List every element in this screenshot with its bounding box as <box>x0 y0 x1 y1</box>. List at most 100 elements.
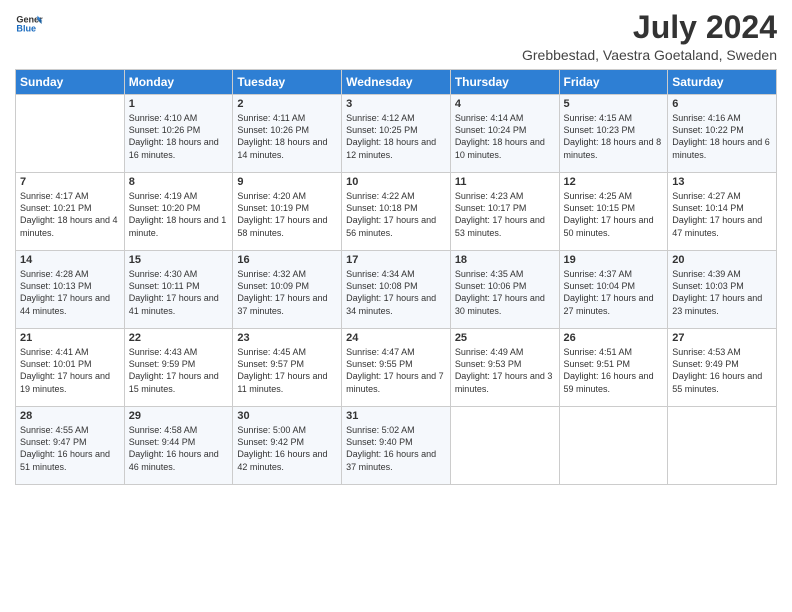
logo-icon: General Blue <box>15 10 43 38</box>
cell-content: Sunrise: 4:45 AM Sunset: 9:57 PM Dayligh… <box>237 346 337 395</box>
calendar-cell: 28Sunrise: 4:55 AM Sunset: 9:47 PM Dayli… <box>16 407 125 485</box>
calendar-cell: 17 Sunrise: 4:34 AM Sunset: 10:08 PM Dayl… <box>342 251 451 329</box>
calendar-cell: 20Sunrise: 4:39 AM Sunset: 10:03 PM Dayl… <box>668 251 777 329</box>
calendar-cell: 29 Sunrise: 4:58 AM Sunset: 9:44 PM Dayli… <box>124 407 233 485</box>
cell-content: Sunrise: 4:53 AM Sunset: 9:49 PM Dayligh… <box>672 346 772 395</box>
day-number: 26 <box>564 332 664 344</box>
cell-content: Sunrise: 4:47 AM Sunset: 9:55 PM Dayligh… <box>346 346 446 395</box>
day-number: 25 <box>455 332 555 344</box>
calendar-cell: 18 Sunrise: 4:35 AM Sunset: 10:06 PM Dayl… <box>450 251 559 329</box>
cell-content: Sunrise: 4:23 AM Sunset: 10:17 PM Daylig… <box>455 190 555 239</box>
day-number: 29 <box>129 410 229 422</box>
week-row-5: 28Sunrise: 4:55 AM Sunset: 9:47 PM Dayli… <box>16 407 777 485</box>
svg-text:Blue: Blue <box>16 24 36 34</box>
cell-content: Sunrise: 4:35 AM Sunset: 10:06 PM Daylig… <box>455 268 555 317</box>
day-number: 9 <box>237 176 337 188</box>
day-number: 19 <box>564 254 664 266</box>
calendar-cell: 30 Sunrise: 5:00 AM Sunset: 9:42 PM Dayli… <box>233 407 342 485</box>
cell-content: Sunrise: 4:58 AM Sunset: 9:44 PM Dayligh… <box>129 424 229 473</box>
cell-content: Sunrise: 4:34 AM Sunset: 10:08 PM Daylig… <box>346 268 446 317</box>
col-header-saturday: Saturday <box>668 70 777 95</box>
cell-content: Sunrise: 5:00 AM Sunset: 9:42 PM Dayligh… <box>237 424 337 473</box>
calendar-cell: 27Sunrise: 4:53 AM Sunset: 9:49 PM Dayli… <box>668 329 777 407</box>
calendar-cell: 22 Sunrise: 4:43 AM Sunset: 9:59 PM Dayli… <box>124 329 233 407</box>
cell-content: Sunrise: 5:02 AM Sunset: 9:40 PM Dayligh… <box>346 424 446 473</box>
calendar-cell: 14 Sunrise: 4:28 AM Sunset: 10:13 PM Dayl… <box>16 251 125 329</box>
cell-content: Sunrise: 4:32 AM Sunset: 10:09 PM Daylig… <box>237 268 337 317</box>
day-number: 31 <box>346 410 446 422</box>
calendar-cell: 1Sunrise: 4:10 AM Sunset: 10:26 PM Dayli… <box>124 95 233 173</box>
day-number: 23 <box>237 332 337 344</box>
calendar-cell: 23 Sunrise: 4:45 AM Sunset: 9:57 PM Dayli… <box>233 329 342 407</box>
day-number: 21 <box>20 332 120 344</box>
calendar-cell <box>559 407 668 485</box>
cell-content: Sunrise: 4:20 AM Sunset: 10:19 PM Daylig… <box>237 190 337 239</box>
logo: General Blue <box>15 10 43 38</box>
day-number: 4 <box>455 98 555 110</box>
calendar-cell: 31 Sunrise: 5:02 AM Sunset: 9:40 PM Dayli… <box>342 407 451 485</box>
calendar-cell: 5 Sunrise: 4:15 AM Sunset: 10:23 PM Dayli… <box>559 95 668 173</box>
title-block: July 2024 Grebbestad, Vaestra Goetaland,… <box>522 10 777 63</box>
day-number: 22 <box>129 332 229 344</box>
calendar-cell: 11 Sunrise: 4:23 AM Sunset: 10:17 PM Dayl… <box>450 173 559 251</box>
day-number: 11 <box>455 176 555 188</box>
calendar-cell: 10 Sunrise: 4:22 AM Sunset: 10:18 PM Dayl… <box>342 173 451 251</box>
day-number: 6 <box>672 98 772 110</box>
cell-content: Sunrise: 4:15 AM Sunset: 10:23 PM Daylig… <box>564 112 664 161</box>
day-number: 15 <box>129 254 229 266</box>
cell-content: Sunrise: 4:27 AM Sunset: 10:14 PM Daylig… <box>672 190 772 239</box>
week-row-1: 1Sunrise: 4:10 AM Sunset: 10:26 PM Dayli… <box>16 95 777 173</box>
calendar-cell: 3 Sunrise: 4:12 AM Sunset: 10:25 PM Dayli… <box>342 95 451 173</box>
calendar-cell <box>668 407 777 485</box>
calendar-cell: 6 Sunrise: 4:16 AM Sunset: 10:22 PM Dayli… <box>668 95 777 173</box>
day-number: 17 <box>346 254 446 266</box>
cell-content: Sunrise: 4:37 AM Sunset: 10:04 PM Daylig… <box>564 268 664 317</box>
cell-content: Sunrise: 4:25 AM Sunset: 10:15 PM Daylig… <box>564 190 664 239</box>
day-number: 18 <box>455 254 555 266</box>
calendar-cell: 21Sunrise: 4:41 AM Sunset: 10:01 PM Dayl… <box>16 329 125 407</box>
day-number: 3 <box>346 98 446 110</box>
header: General Blue July 2024 Grebbestad, Vaest… <box>15 10 777 63</box>
day-number: 5 <box>564 98 664 110</box>
calendar-cell: 19 Sunrise: 4:37 AM Sunset: 10:04 PM Dayl… <box>559 251 668 329</box>
day-number: 14 <box>20 254 120 266</box>
day-number: 24 <box>346 332 446 344</box>
cell-content: Sunrise: 4:30 AM Sunset: 10:11 PM Daylig… <box>129 268 229 317</box>
col-header-tuesday: Tuesday <box>233 70 342 95</box>
calendar-cell: 2 Sunrise: 4:11 AM Sunset: 10:26 PM Dayli… <box>233 95 342 173</box>
calendar-table: SundayMondayTuesdayWednesdayThursdayFrid… <box>15 69 777 485</box>
day-number: 10 <box>346 176 446 188</box>
day-number: 7 <box>20 176 120 188</box>
cell-content: Sunrise: 4:11 AM Sunset: 10:26 PM Daylig… <box>237 112 337 161</box>
day-number: 13 <box>672 176 772 188</box>
calendar-cell: 26 Sunrise: 4:51 AM Sunset: 9:51 PM Dayli… <box>559 329 668 407</box>
calendar-cell: 9 Sunrise: 4:20 AM Sunset: 10:19 PM Dayli… <box>233 173 342 251</box>
col-header-friday: Friday <box>559 70 668 95</box>
day-number: 2 <box>237 98 337 110</box>
cell-content: Sunrise: 4:17 AM Sunset: 10:21 PM Daylig… <box>20 190 120 239</box>
calendar-cell: 12Sunrise: 4:25 AM Sunset: 10:15 PM Dayl… <box>559 173 668 251</box>
calendar-cell: 4Sunrise: 4:14 AM Sunset: 10:24 PM Dayli… <box>450 95 559 173</box>
week-row-2: 7 Sunrise: 4:17 AM Sunset: 10:21 PM Dayli… <box>16 173 777 251</box>
cell-content: Sunrise: 4:12 AM Sunset: 10:25 PM Daylig… <box>346 112 446 161</box>
col-header-thursday: Thursday <box>450 70 559 95</box>
main-title: July 2024 <box>522 10 777 45</box>
week-row-3: 14 Sunrise: 4:28 AM Sunset: 10:13 PM Dayl… <box>16 251 777 329</box>
day-number: 1 <box>129 98 229 110</box>
cell-content: Sunrise: 4:51 AM Sunset: 9:51 PM Dayligh… <box>564 346 664 395</box>
day-number: 8 <box>129 176 229 188</box>
day-number: 30 <box>237 410 337 422</box>
week-row-4: 21Sunrise: 4:41 AM Sunset: 10:01 PM Dayl… <box>16 329 777 407</box>
calendar-cell <box>450 407 559 485</box>
calendar-cell <box>16 95 125 173</box>
calendar-cell: 8Sunrise: 4:19 AM Sunset: 10:20 PM Dayli… <box>124 173 233 251</box>
cell-content: Sunrise: 4:43 AM Sunset: 9:59 PM Dayligh… <box>129 346 229 395</box>
cell-content: Sunrise: 4:16 AM Sunset: 10:22 PM Daylig… <box>672 112 772 161</box>
day-number: 20 <box>672 254 772 266</box>
cell-content: Sunrise: 4:22 AM Sunset: 10:18 PM Daylig… <box>346 190 446 239</box>
calendar-cell: 24 Sunrise: 4:47 AM Sunset: 9:55 PM Dayli… <box>342 329 451 407</box>
header-row: SundayMondayTuesdayWednesdayThursdayFrid… <box>16 70 777 95</box>
calendar-cell: 16Sunrise: 4:32 AM Sunset: 10:09 PM Dayl… <box>233 251 342 329</box>
cell-content: Sunrise: 4:28 AM Sunset: 10:13 PM Daylig… <box>20 268 120 317</box>
calendar-cell: 25Sunrise: 4:49 AM Sunset: 9:53 PM Dayli… <box>450 329 559 407</box>
